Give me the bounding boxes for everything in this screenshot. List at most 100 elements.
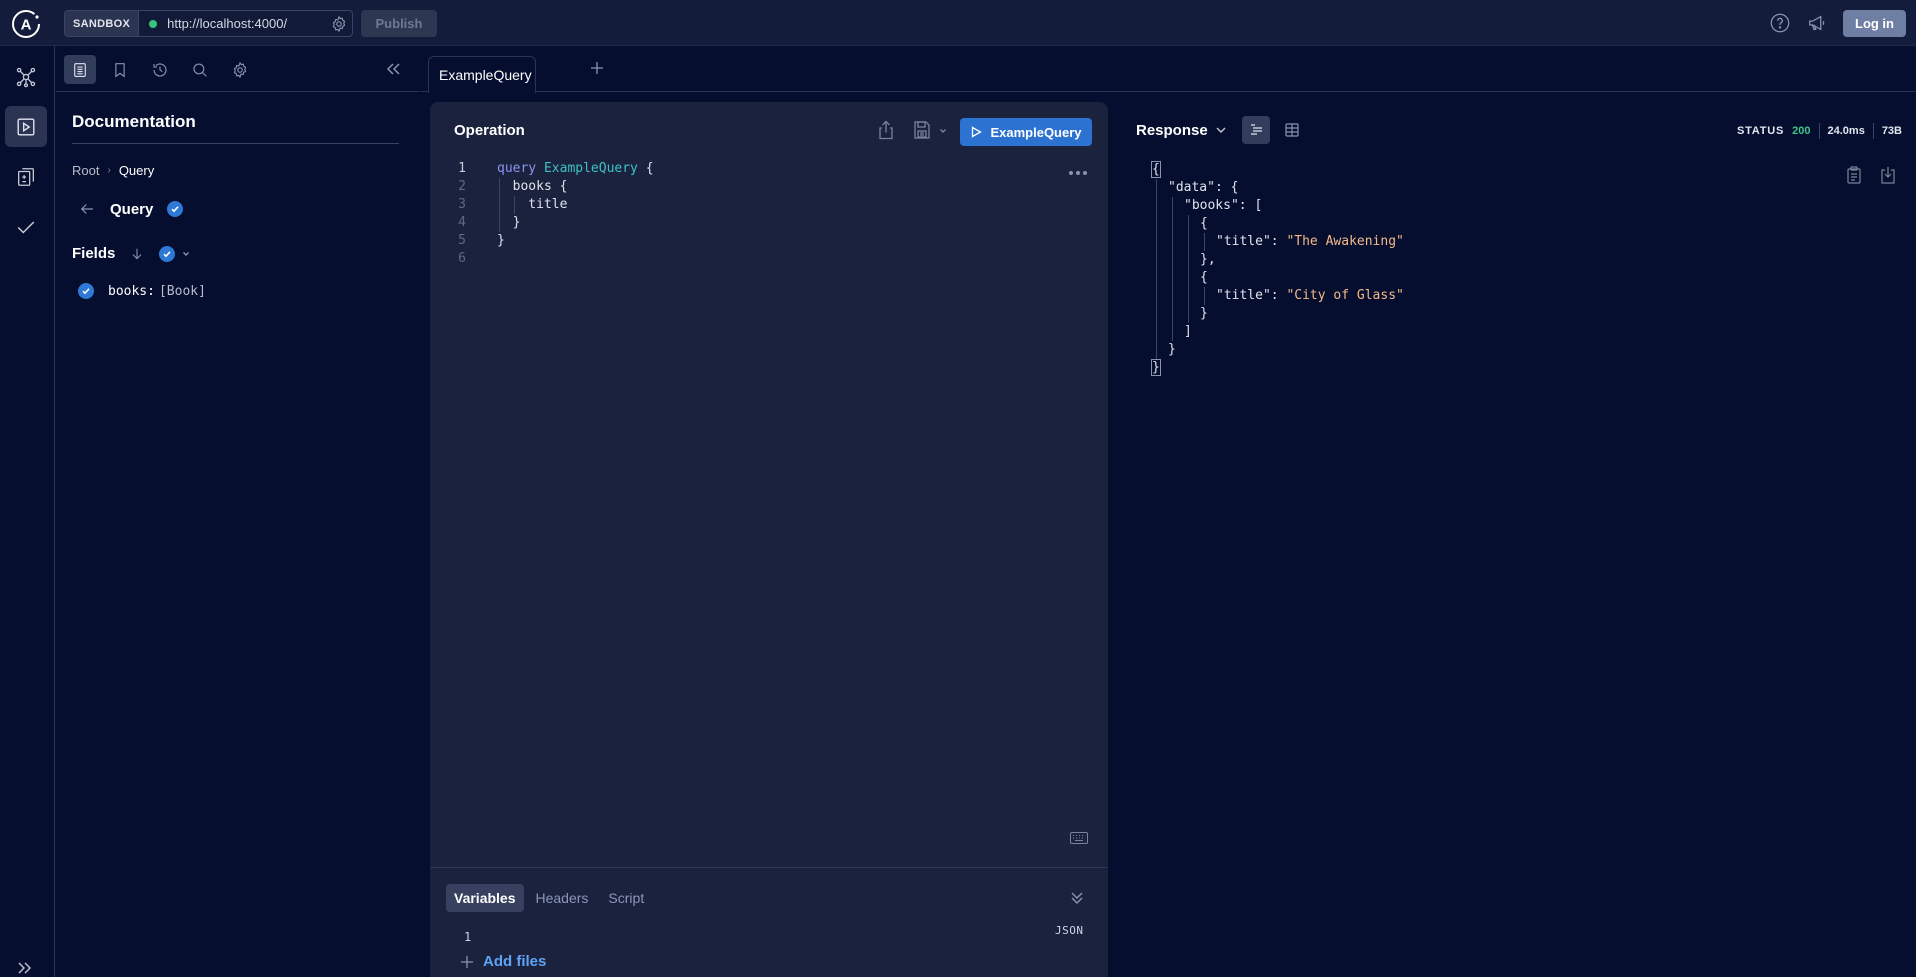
code-line: 5} bbox=[430, 232, 1108, 250]
gear-icon[interactable] bbox=[330, 15, 348, 33]
code-token: books { bbox=[497, 179, 568, 194]
json-token: { bbox=[1151, 161, 1161, 178]
search-icon bbox=[193, 62, 207, 77]
json-line: { bbox=[1136, 161, 1404, 179]
endpoint-selector[interactable]: SANDBOX http://localhost:4000/ bbox=[64, 10, 353, 37]
double-chevron-down-icon[interactable] bbox=[1070, 890, 1084, 906]
line-number: 1 bbox=[458, 161, 466, 176]
arrow-left-icon[interactable] bbox=[78, 200, 96, 218]
line-number: 6 bbox=[458, 251, 466, 266]
download-icon[interactable] bbox=[1881, 166, 1895, 184]
run-query-button[interactable]: ExampleQuery bbox=[960, 118, 1092, 146]
login-button[interactable]: Log in bbox=[1843, 9, 1906, 37]
tool-collections[interactable] bbox=[104, 55, 136, 84]
response-size: 73B bbox=[1881, 125, 1902, 137]
save-icon[interactable] bbox=[913, 120, 931, 140]
json-token: : { bbox=[1214, 180, 1239, 195]
response-body[interactable]: {"data": {"books": [{"title": "The Awake… bbox=[1136, 161, 1404, 377]
line-content: } bbox=[497, 214, 521, 232]
json-token: "title" bbox=[1216, 234, 1271, 249]
plus-icon bbox=[461, 955, 473, 968]
json-token: : bbox=[1270, 288, 1287, 303]
add-files-button[interactable]: Add files bbox=[460, 953, 546, 970]
table-view-button[interactable] bbox=[1278, 116, 1306, 144]
documentation-panel: Documentation Root › Query Query Fields … bbox=[56, 93, 420, 977]
help-icon[interactable] bbox=[1769, 12, 1791, 34]
type-name: Query bbox=[110, 200, 154, 218]
share-icon[interactable] bbox=[877, 120, 895, 140]
json-token: "title" bbox=[1216, 288, 1271, 303]
fields-select-checkbox[interactable] bbox=[159, 245, 176, 262]
json-token: } bbox=[1168, 342, 1176, 357]
megaphone-icon[interactable] bbox=[1807, 12, 1829, 34]
tool-documentation[interactable] bbox=[64, 55, 96, 84]
field-checkbox[interactable] bbox=[78, 283, 94, 299]
code-token: } bbox=[497, 215, 521, 230]
plus-icon[interactable] bbox=[589, 60, 605, 76]
field-name: books: bbox=[108, 283, 155, 299]
json-line: "data": { bbox=[1136, 179, 1404, 197]
top-right-actions: Log in bbox=[1769, 0, 1916, 46]
response-meta: STATUS 200 24.0ms 73B bbox=[1737, 123, 1902, 139]
tab-label: ExampleQuery bbox=[439, 67, 532, 83]
json-line: "books": [ bbox=[1136, 197, 1404, 215]
field-item[interactable]: books: [Book] bbox=[78, 283, 206, 299]
tool-history[interactable] bbox=[144, 55, 176, 84]
select-all-checkbox[interactable] bbox=[167, 201, 184, 217]
clipboard-icon[interactable] bbox=[1847, 166, 1861, 184]
document-icon bbox=[74, 62, 86, 77]
indent-guide bbox=[1156, 179, 1157, 359]
code-token: query bbox=[497, 161, 544, 176]
publish-button[interactable]: Publish bbox=[361, 10, 437, 37]
json-view-button[interactable] bbox=[1241, 116, 1270, 144]
keyboard-icon[interactable] bbox=[1070, 832, 1088, 844]
rail-item-checks[interactable] bbox=[5, 206, 47, 247]
operation-editor[interactable]: 1 query ExampleQuery {2 books {3 title 4 }… bbox=[430, 160, 1108, 268]
indent-guide bbox=[1204, 287, 1205, 305]
collapse-docs-button[interactable] bbox=[382, 58, 404, 80]
fields-label: Fields bbox=[72, 245, 116, 262]
tool-settings[interactable] bbox=[224, 55, 256, 84]
apollo-logo-icon[interactable]: A bbox=[10, 8, 42, 40]
variables-tabs: Variables Headers Script bbox=[446, 884, 656, 912]
tab-headers[interactable]: Headers bbox=[528, 884, 597, 912]
line-number: 5 bbox=[458, 233, 466, 248]
divider bbox=[1818, 123, 1820, 139]
json-line: { bbox=[1136, 269, 1404, 287]
line-content: query ExampleQuery { bbox=[497, 160, 654, 178]
tab-example-query[interactable]: ExampleQuery bbox=[428, 56, 536, 93]
endpoint-url-input[interactable]: http://localhost:4000/ bbox=[167, 16, 330, 31]
operation-panel: Operation ExampleQuery 1 query ExampleQue… bbox=[430, 102, 1108, 977]
chevron-down-icon[interactable] bbox=[1214, 123, 1228, 137]
text-align-icon bbox=[1250, 124, 1262, 135]
tab-script[interactable]: Script bbox=[600, 884, 652, 912]
line-content: } bbox=[497, 232, 505, 250]
table-icon bbox=[1285, 123, 1299, 137]
check-icon bbox=[17, 220, 35, 234]
rail-item-explorer[interactable] bbox=[5, 106, 47, 147]
rail-item-schema[interactable] bbox=[5, 56, 47, 97]
rail-item-changelog[interactable] bbox=[5, 156, 47, 197]
json-token: : [ bbox=[1238, 198, 1263, 213]
code-token: } bbox=[497, 233, 505, 248]
divider bbox=[72, 143, 399, 144]
field-type[interactable]: [Book] bbox=[159, 284, 206, 299]
diff-icon bbox=[18, 167, 34, 186]
response-title[interactable]: Response bbox=[1136, 122, 1208, 139]
status-code: 200 bbox=[1792, 125, 1811, 137]
json-token: ] bbox=[1184, 324, 1192, 339]
chevron-down-icon[interactable] bbox=[181, 249, 191, 259]
chevron-down-icon[interactable] bbox=[938, 126, 948, 136]
response-header: Response bbox=[1136, 116, 1306, 144]
divider bbox=[430, 867, 1108, 868]
breadcrumb-root[interactable]: Root bbox=[72, 163, 99, 178]
tab-variables[interactable]: Variables bbox=[446, 884, 524, 912]
json-token: { bbox=[1200, 270, 1208, 285]
double-chevron-right-icon[interactable] bbox=[16, 961, 34, 975]
json-token: "data" bbox=[1168, 180, 1215, 195]
arrow-down-icon[interactable] bbox=[129, 246, 145, 262]
variables-format-label: JSON bbox=[1055, 924, 1084, 937]
history-icon bbox=[153, 62, 167, 77]
code-line: 1 query ExampleQuery { bbox=[430, 160, 1108, 178]
tool-search[interactable] bbox=[184, 55, 216, 84]
